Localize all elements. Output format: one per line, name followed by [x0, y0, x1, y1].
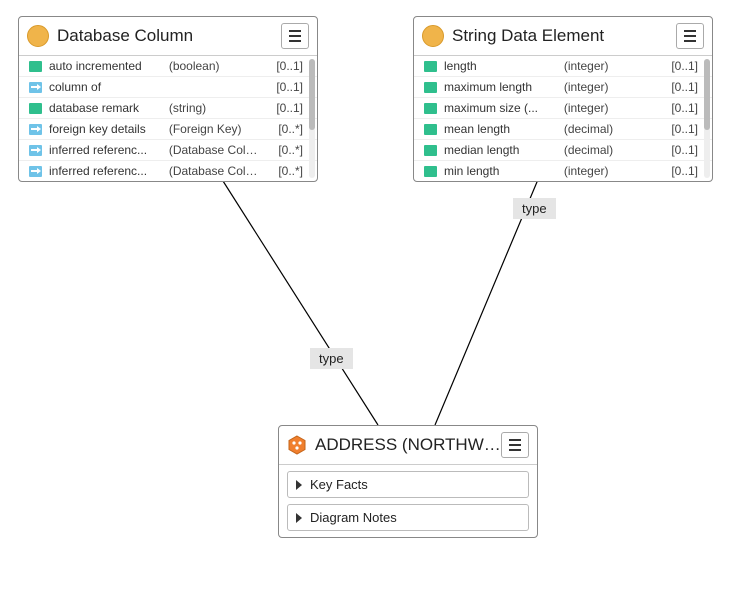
- class-icon: [422, 25, 444, 47]
- node-header: String Data Element: [414, 17, 712, 56]
- attr-name: length: [444, 59, 564, 73]
- attribute-icon: [424, 61, 437, 72]
- attr-name: inferred referenc...: [49, 143, 169, 157]
- attr-name: mean length: [444, 122, 564, 136]
- attr-type: (Foreign Key): [169, 122, 261, 136]
- attr-cardinality: [0..1]: [261, 80, 303, 94]
- attr-cardinality: [0..1]: [656, 122, 698, 136]
- scrollbar[interactable]: [309, 59, 315, 178]
- attribute-icon: [424, 103, 437, 114]
- attr-type: (string): [169, 101, 261, 115]
- instance-icon: [287, 435, 307, 455]
- attr-name: min length: [444, 164, 564, 178]
- attribute-row[interactable]: column of [0..1]: [19, 77, 317, 98]
- attr-cardinality: [0..1]: [656, 80, 698, 94]
- attr-cardinality: [0..1]: [261, 101, 303, 115]
- menu-button[interactable]: [281, 23, 309, 49]
- node-string-data-element[interactable]: String Data Element length(integer)[0..1…: [413, 16, 713, 182]
- attribute-row[interactable]: mean length(decimal)[0..1]: [414, 119, 712, 140]
- attr-type: (decimal): [564, 122, 656, 136]
- attr-type: (decimal): [564, 143, 656, 157]
- attr-cardinality: [0..*]: [261, 122, 303, 136]
- attribute-row[interactable]: maximum size (...(integer)[0..1]: [414, 98, 712, 119]
- attribute-icon: [424, 124, 437, 135]
- node-title: ADDRESS (NORTHWIN...: [315, 435, 501, 455]
- attr-type: (Database Colu...: [169, 164, 261, 178]
- node-address[interactable]: ADDRESS (NORTHWIN... Key Facts Diagram N…: [278, 425, 538, 538]
- attr-type: (Database Colu...: [169, 143, 261, 157]
- attr-type: (boolean): [169, 59, 261, 73]
- attr-cardinality: [0..1]: [656, 59, 698, 73]
- attr-cardinality: [0..*]: [261, 164, 303, 178]
- reference-icon: [29, 166, 42, 177]
- edge-label-left[interactable]: type: [310, 348, 353, 369]
- attr-name: column of: [49, 80, 169, 94]
- menu-button[interactable]: [676, 23, 704, 49]
- section-label: Diagram Notes: [310, 510, 397, 525]
- attr-cardinality: [0..1]: [656, 143, 698, 157]
- attribute-row[interactable]: maximum length(integer)[0..1]: [414, 77, 712, 98]
- attribute-row[interactable]: inferred referenc...(Database Colu...[0.…: [19, 161, 317, 181]
- attr-cardinality: [0..*]: [261, 143, 303, 157]
- expand-icon: [296, 513, 302, 523]
- section-diagram-notes[interactable]: Diagram Notes: [287, 504, 529, 531]
- attr-type: (integer): [564, 59, 656, 73]
- attribute-row[interactable]: foreign key details(Foreign Key)[0..*]: [19, 119, 317, 140]
- attr-name: maximum size (...: [444, 101, 564, 115]
- attribute-icon: [424, 145, 437, 156]
- attr-name: median length: [444, 143, 564, 157]
- attribute-row[interactable]: auto incremented(boolean)[0..1]: [19, 56, 317, 77]
- node-header: ADDRESS (NORTHWIN...: [279, 426, 537, 465]
- section-label: Key Facts: [310, 477, 368, 492]
- reference-icon: [29, 82, 42, 93]
- attribute-rows: length(integer)[0..1]maximum length(inte…: [414, 56, 712, 181]
- attribute-row[interactable]: length(integer)[0..1]: [414, 56, 712, 77]
- reference-icon: [29, 145, 42, 156]
- attribute-row[interactable]: inferred referenc...(Database Colu...[0.…: [19, 140, 317, 161]
- attr-type: (integer): [564, 101, 656, 115]
- attr-name: maximum length: [444, 80, 564, 94]
- attr-name: inferred referenc...: [49, 164, 169, 178]
- node-header: Database Column: [19, 17, 317, 56]
- attribute-icon: [29, 103, 42, 114]
- node-title: Database Column: [57, 26, 281, 46]
- reference-icon: [29, 124, 42, 135]
- edge-label-right[interactable]: type: [513, 198, 556, 219]
- node-title: String Data Element: [452, 26, 676, 46]
- attribute-row[interactable]: median length(decimal)[0..1]: [414, 140, 712, 161]
- class-icon: [27, 25, 49, 47]
- node-database-column[interactable]: Database Column auto incremented(boolean…: [18, 16, 318, 182]
- scrollbar[interactable]: [704, 59, 710, 178]
- attr-type: (integer): [564, 164, 656, 178]
- section-key-facts[interactable]: Key Facts: [287, 471, 529, 498]
- attribute-row[interactable]: database remark(string)[0..1]: [19, 98, 317, 119]
- attr-name: foreign key details: [49, 122, 169, 136]
- attr-cardinality: [0..1]: [261, 59, 303, 73]
- attribute-icon: [424, 166, 437, 177]
- expand-icon: [296, 480, 302, 490]
- menu-button[interactable]: [501, 432, 529, 458]
- attr-name: database remark: [49, 101, 169, 115]
- attr-type: (integer): [564, 80, 656, 94]
- attr-cardinality: [0..1]: [656, 101, 698, 115]
- attribute-rows: auto incremented(boolean)[0..1]column of…: [19, 56, 317, 181]
- attribute-icon: [29, 61, 42, 72]
- attr-name: auto incremented: [49, 59, 169, 73]
- attribute-icon: [424, 82, 437, 93]
- attribute-row[interactable]: min length(integer)[0..1]: [414, 161, 712, 181]
- attr-cardinality: [0..1]: [656, 164, 698, 178]
